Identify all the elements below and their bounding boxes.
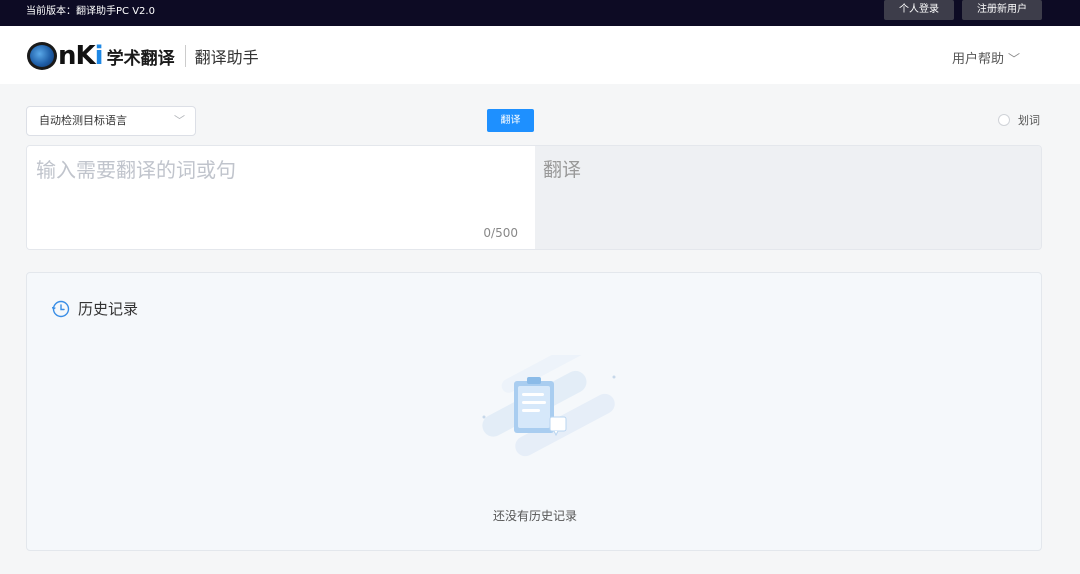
chevron-down-icon: ﹀ [1008, 52, 1021, 66]
word-select-radio[interactable] [998, 114, 1010, 126]
source-text-input[interactable]: 输入需要翻译的词或句 0/500 [27, 146, 535, 249]
input-placeholder: 输入需要翻译的词或句 [36, 158, 236, 182]
user-help-menu[interactable]: 用户帮助 ﹀ [952, 48, 1020, 67]
header: nKi 学术翻译 翻译助手 用户帮助 ﹀ [0, 26, 1080, 84]
output-placeholder: 翻译 [543, 159, 582, 181]
user-help-label: 用户帮助 [952, 52, 1005, 67]
logo[interactable]: nKi 学术翻译 翻译助手 [27, 42, 259, 70]
logo-subtitle: 翻译助手 [194, 48, 259, 67]
translate-button[interactable]: 翻译 [487, 109, 534, 132]
empty-clipboard-icon [482, 355, 616, 457]
translation-output: 翻译 [535, 146, 1041, 249]
logo-cnki-text: nKi [58, 41, 104, 71]
clock-icon [52, 300, 70, 317]
version-text: 当前版本：翻译助手PC V2.0 [26, 6, 155, 17]
chevron-down-icon: ﹀ [174, 114, 185, 127]
target-language-value: 自动检测目标语言 [39, 114, 127, 127]
translate-panel: 输入需要翻译的词或句 0/500 翻译 [26, 145, 1042, 250]
char-counter: 0/500 [483, 226, 518, 240]
word-select-label[interactable]: 划词 [1018, 112, 1040, 128]
target-language-select[interactable]: 自动检测目标语言 ﹀ [26, 106, 196, 136]
login-button[interactable]: 个人登录 [884, 0, 954, 20]
history-header: 历史记录 [52, 298, 138, 319]
globe-icon [27, 42, 57, 70]
top-bar: 当前版本：翻译助手PC V2.0 个人登录 注册新用户 [0, 0, 1080, 26]
register-button[interactable]: 注册新用户 [962, 0, 1042, 20]
logo-divider [184, 45, 186, 67]
history-panel: 历史记录 还没有历史记录 [26, 272, 1042, 551]
empty-history-text: 还没有历史记录 [492, 509, 577, 523]
logo-name: 学术翻译 [106, 48, 175, 69]
history-title: 历史记录 [78, 300, 139, 318]
